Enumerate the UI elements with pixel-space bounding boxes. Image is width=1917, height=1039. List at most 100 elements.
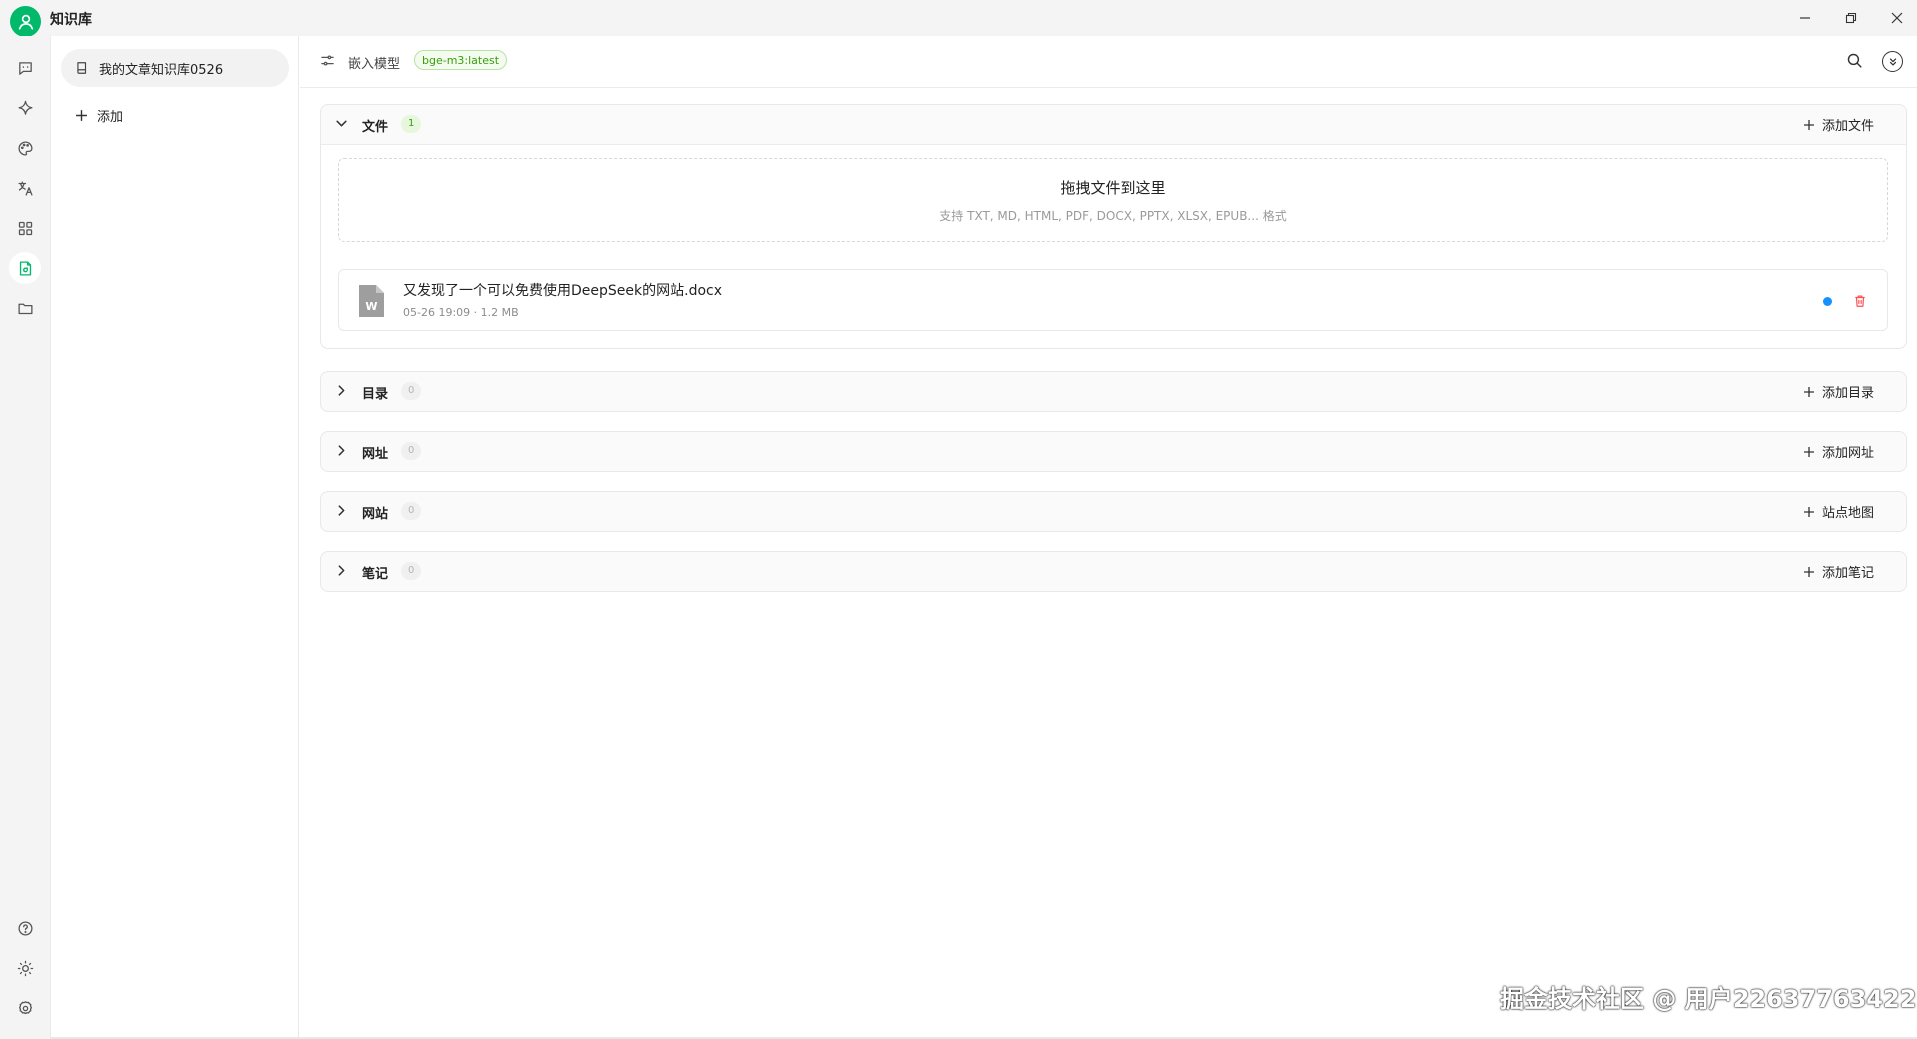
knowledge-base-icon	[19, 260, 31, 276]
chevron-right-icon	[338, 565, 345, 576]
book-icon	[77, 62, 87, 74]
plus-icon	[1803, 119, 1814, 130]
add-file-button[interactable]: 添加文件	[1803, 115, 1874, 134]
close-window-button[interactable]	[1882, 6, 1912, 30]
chevron-right-icon	[338, 505, 345, 516]
section-directory: 目录 0 添加目录	[320, 371, 1907, 412]
user-icon	[18, 14, 33, 30]
add-url-button[interactable]: 添加网址	[1803, 442, 1874, 461]
chevrons-down-icon	[1889, 57, 1896, 66]
file-item[interactable]: W 又发现了一个可以免费使用DeepSeek的网站.docx 05-26 19:…	[338, 269, 1888, 331]
translate-icon	[17, 180, 33, 196]
embed-model-label: 嵌入模型	[348, 57, 401, 72]
file-status-indicator	[1823, 297, 1832, 306]
delete-file-button[interactable]	[1853, 294, 1867, 308]
section-directory-title: 目录	[362, 387, 389, 402]
minimize-button[interactable]	[1790, 6, 1820, 30]
section-files-title: 文件	[362, 120, 389, 135]
nav-settings[interactable]	[9, 992, 41, 1024]
add-kb-label: 添加	[97, 109, 124, 125]
search-button[interactable]	[1846, 52, 1863, 69]
section-website: 网站 0 站点地图	[320, 491, 1907, 532]
section-url-title: 网址	[362, 447, 389, 462]
knowledge-base-list: 我的文章知识库0526 添加	[50, 36, 299, 1039]
restore-button[interactable]	[1836, 6, 1866, 30]
plus-icon	[1803, 446, 1814, 457]
nav-assistant[interactable]	[9, 92, 41, 124]
section-url-count: 0	[401, 442, 422, 460]
embed-model-tag: bge-m3:latest	[414, 50, 508, 70]
section-notes-count: 0	[401, 562, 422, 580]
add-note-label: 添加笔记	[1821, 566, 1874, 581]
user-avatar[interactable]	[10, 6, 41, 37]
section-url-header[interactable]: 网址 0 添加网址	[321, 432, 1906, 471]
section-website-count: 0	[401, 502, 422, 520]
kb-item-label: 我的文章知识库0526	[99, 62, 224, 78]
nav-chat[interactable]	[9, 52, 41, 84]
section-url: 网址 0 添加网址	[320, 431, 1907, 472]
app-title: 知识库	[50, 12, 92, 28]
add-directory-label: 添加目录	[1821, 386, 1874, 401]
settings-icon	[18, 1000, 32, 1014]
help-icon	[17, 920, 33, 936]
restore-icon	[1845, 12, 1857, 24]
svg-text:W: W	[365, 300, 377, 313]
add-note-button[interactable]: 添加笔记	[1803, 562, 1874, 581]
collapse-button[interactable]	[1882, 51, 1903, 72]
kb-header: 嵌入模型 bge-m3:latest	[300, 36, 1917, 88]
add-file-label: 添加文件	[1821, 119, 1874, 134]
minimize-icon	[1800, 17, 1810, 19]
embed-settings-button[interactable]	[320, 53, 335, 68]
section-files-body: 拖拽文件到这里 支持 TXT, MD, HTML, PDF, DOCX, PPT…	[321, 144, 1906, 348]
nav-help[interactable]	[9, 912, 41, 944]
search-icon	[1847, 53, 1862, 68]
chevron-right-icon	[338, 385, 345, 396]
add-directory-button[interactable]: 添加目录	[1803, 382, 1874, 401]
nav-theme-toggle[interactable]	[9, 952, 41, 984]
folder-icon	[17, 303, 33, 314]
sitemap-label: 站点地图	[1821, 506, 1874, 521]
add-kb-button[interactable]: 添加	[75, 102, 123, 128]
kb-item[interactable]: 我的文章知识库0526	[61, 49, 289, 87]
delete-icon	[1855, 295, 1865, 307]
plus-icon	[1803, 566, 1814, 577]
section-files: 文件 1 添加文件 拖拽文件到这里 支持 TXT, MD, HTML, PDF,…	[320, 104, 1907, 349]
section-files-count: 1	[401, 115, 422, 133]
section-website-header[interactable]: 网站 0 站点地图	[321, 492, 1906, 531]
dropzone-hint: 支持 TXT, MD, HTML, PDF, DOCX, PPTX, XLSX,…	[939, 209, 1287, 223]
theme-icon	[17, 960, 33, 976]
plus-icon	[1803, 506, 1814, 517]
title-bar: 知识库	[0, 0, 1917, 37]
sitemap-button[interactable]: 站点地图	[1803, 502, 1874, 521]
section-notes-header[interactable]: 笔记 0 添加笔记	[321, 552, 1906, 591]
chat-icon	[18, 61, 32, 75]
chevron-down-icon	[336, 120, 347, 127]
icon-sidebar	[0, 36, 50, 1039]
section-directory-header[interactable]: 目录 0 添加目录	[321, 372, 1906, 411]
nav-apps[interactable]	[9, 212, 41, 244]
nav-translate[interactable]	[9, 172, 41, 204]
file-dropzone[interactable]: 拖拽文件到这里 支持 TXT, MD, HTML, PDF, DOCX, PPT…	[338, 158, 1888, 242]
watermark: 掘金技术社区 @ 用户22637763422	[1500, 985, 1917, 1013]
plus-icon	[1803, 386, 1814, 397]
section-directory-count: 0	[401, 382, 422, 400]
section-notes-title: 笔记	[362, 567, 389, 582]
chevron-right-icon	[338, 445, 345, 456]
sparkle-icon	[17, 100, 33, 115]
file-name: 又发现了一个可以免费使用DeepSeek的网站.docx	[403, 283, 722, 299]
section-website-title: 网站	[362, 507, 389, 522]
apps-grid-icon	[18, 221, 32, 235]
nav-painting[interactable]	[9, 132, 41, 164]
section-files-header[interactable]: 文件 1 添加文件	[321, 105, 1906, 144]
close-icon	[1891, 12, 1903, 24]
dropzone-title: 拖拽文件到这里	[1060, 179, 1166, 197]
nav-files[interactable]	[9, 292, 41, 324]
file-meta: 05-26 19:09 · 1.2 MB	[403, 306, 519, 319]
section-notes: 笔记 0 添加笔记	[320, 551, 1907, 592]
sliders-icon	[321, 55, 334, 66]
plus-icon	[76, 109, 87, 121]
word-file-icon: W	[359, 285, 384, 317]
palette-icon	[17, 140, 33, 156]
add-url-label: 添加网址	[1821, 446, 1874, 461]
nav-knowledge-base[interactable]	[9, 252, 41, 284]
